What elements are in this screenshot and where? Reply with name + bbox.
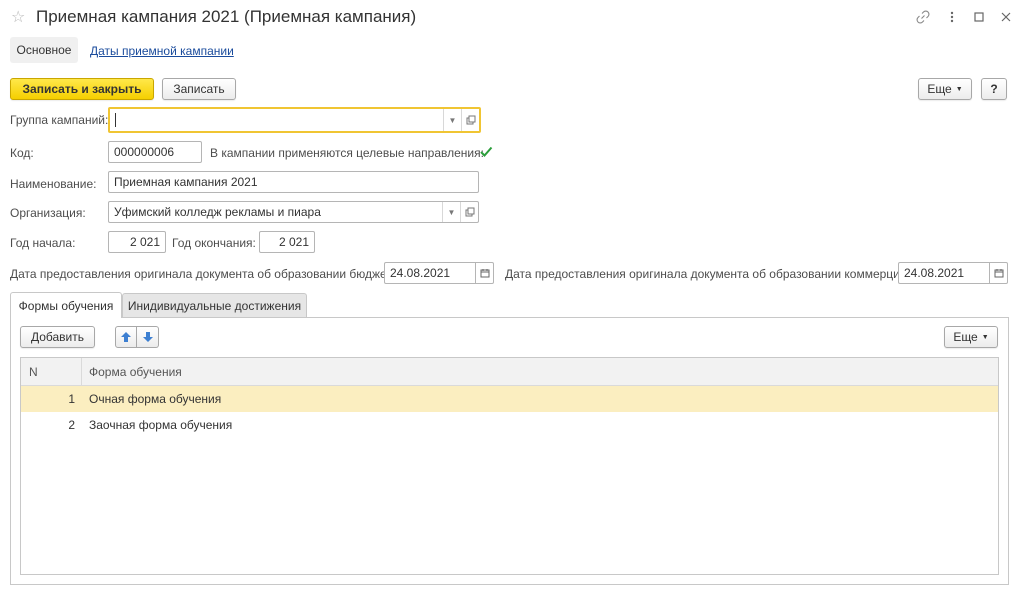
maximize-icon[interactable]: [969, 7, 989, 27]
name-label: Наименование:: [10, 177, 97, 191]
org-open-button[interactable]: [460, 202, 478, 222]
text-cursor: [115, 113, 116, 127]
favorite-star-icon[interactable]: ☆: [11, 9, 25, 27]
group-open-button[interactable]: [461, 109, 479, 131]
budget-date-input[interactable]: 24.08.2021: [384, 262, 476, 284]
more-button-label: Еще: [927, 82, 952, 96]
open-window-icon: [466, 115, 475, 125]
row-number: 2: [68, 418, 75, 432]
code-label: Код:: [10, 146, 34, 160]
code-input[interactable]: 000000006: [108, 141, 202, 163]
commerce-date-label: Дата предоставления оригинала документа …: [505, 267, 910, 281]
column-header-form[interactable]: Форма обучения: [89, 358, 182, 386]
org-label: Организация:: [10, 206, 86, 220]
close-icon[interactable]: [996, 7, 1016, 27]
move-up-button[interactable]: [115, 326, 137, 348]
more-vertical-icon[interactable]: [942, 7, 962, 27]
group-dropdown-button[interactable]: ▼: [443, 109, 461, 131]
org-dropdown-button[interactable]: ▼: [442, 202, 460, 222]
group-input[interactable]: ▼: [108, 107, 481, 133]
directions-label: В кампании применяются целевые направлен…: [210, 146, 484, 160]
arrow-up-icon: [121, 332, 131, 342]
help-button[interactable]: ?: [981, 78, 1007, 100]
section-tab-main[interactable]: Основное: [10, 37, 78, 63]
arrow-down-icon: [142, 332, 153, 342]
table-header: N Форма обучения: [21, 358, 998, 386]
group-label: Группа кампаний:: [10, 113, 109, 127]
panel-more-label: Еще: [953, 330, 978, 344]
more-button[interactable]: Еще ▼: [918, 78, 972, 100]
org-input[interactable]: Уфимский колледж рекламы и пиара ▼: [108, 201, 479, 223]
commerce-date-input[interactable]: 24.08.2021: [898, 262, 990, 284]
row-number: 1: [68, 392, 75, 406]
study-forms-table: N Форма обучения 1 Очная форма обучения …: [20, 357, 999, 575]
calendar-icon: [480, 269, 489, 278]
save-button[interactable]: Записать: [162, 78, 236, 100]
add-row-button[interactable]: Добавить: [20, 326, 95, 348]
chevron-down-icon: ▼: [981, 333, 989, 341]
section-tab-dates[interactable]: Даты приемной кампании: [90, 44, 234, 58]
year-start-input[interactable]: 2 021: [108, 231, 166, 253]
checkmark-icon: [480, 146, 493, 157]
calendar-icon: [994, 269, 1003, 278]
column-separator: [81, 358, 82, 386]
row-form: Очная форма обучения: [89, 392, 222, 406]
chevron-down-icon: ▼: [955, 85, 963, 93]
save-and-close-button[interactable]: Записать и закрыть: [10, 78, 154, 100]
org-value: Уфимский колледж рекламы и пиара: [114, 205, 321, 219]
budget-calendar-button[interactable]: [476, 262, 494, 284]
tab-study-forms[interactable]: Формы обучения: [10, 292, 122, 318]
move-down-button[interactable]: [137, 326, 159, 348]
year-end-input[interactable]: 2 021: [259, 231, 315, 253]
budget-date-label: Дата предоставления оригинала документа …: [10, 267, 396, 281]
chevron-down-icon: ▼: [448, 115, 457, 125]
table-row[interactable]: 1 Очная форма обучения: [21, 386, 998, 412]
year-start-label: Год начала:: [10, 236, 76, 250]
name-input[interactable]: Приемная кампания 2021: [108, 171, 479, 193]
year-end-label: Год окончания:: [172, 236, 256, 250]
tab-achievements[interactable]: Инидивидуальные достижения: [122, 293, 307, 317]
directions-checkbox[interactable]: [479, 145, 493, 159]
commerce-calendar-button[interactable]: [990, 262, 1008, 284]
link-icon[interactable]: [913, 7, 933, 27]
row-form: Заочная форма обучения: [89, 418, 233, 432]
open-window-icon: [465, 207, 474, 217]
panel-more-button[interactable]: Еще ▼: [944, 326, 998, 348]
table-row[interactable]: 2 Заочная форма обучения: [21, 412, 998, 438]
column-header-n[interactable]: N: [29, 358, 38, 386]
window-title: Приемная кампания 2021 (Приемная кампани…: [36, 7, 417, 26]
chevron-down-icon: ▼: [447, 207, 456, 217]
